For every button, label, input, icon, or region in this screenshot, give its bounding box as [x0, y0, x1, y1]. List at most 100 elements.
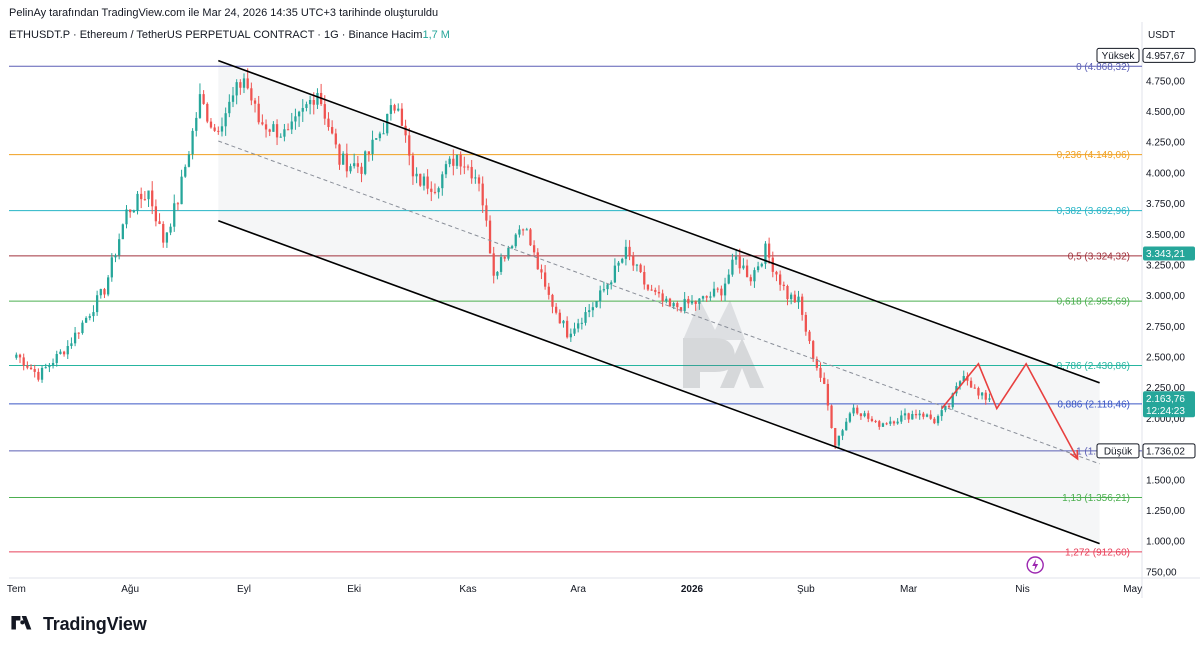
candle-body [353, 163, 356, 167]
candle-body [481, 183, 484, 206]
candle-body [331, 127, 334, 134]
candle-body [525, 229, 528, 231]
candle-body [654, 289, 657, 292]
x-tick-4: Kas [459, 584, 476, 595]
candle-body [202, 94, 205, 104]
candle-body [646, 284, 650, 290]
x-tick-6: 2026 [681, 584, 704, 595]
tradingview-logo-icon [11, 615, 32, 629]
candle-body [430, 188, 433, 192]
candle-body [672, 303, 675, 307]
candle-body [621, 258, 624, 263]
price-tag-1[interactable]: 3.343,21 [1143, 246, 1195, 261]
candle-body [929, 414, 932, 419]
candle-body [874, 421, 877, 423]
candle-body [716, 288, 719, 290]
candle-body [881, 423, 885, 427]
fib-label-4: 0,618 (2.955,69) [1057, 297, 1130, 308]
candle-body [371, 139, 374, 155]
candle-body [753, 270, 756, 282]
y-tick-4: 3.750,00 [1146, 199, 1185, 210]
candle-body [297, 111, 301, 117]
candle-body [555, 306, 558, 313]
candle-body [154, 206, 158, 222]
candle-body [709, 296, 712, 298]
candle-body [294, 116, 297, 122]
candle-body [793, 294, 796, 303]
candle-body [143, 199, 147, 201]
candle-body [845, 421, 848, 431]
candle-body [907, 413, 910, 420]
fib-label-8: 1,13 (1.356,21) [1062, 493, 1130, 504]
candle-body [771, 257, 774, 272]
price-tag-2[interactable]: 2.163,7612:24:23 [1143, 391, 1195, 418]
candle-body [712, 288, 716, 297]
candle-body [900, 415, 903, 422]
candle-body [338, 144, 341, 165]
candle-body [826, 383, 830, 406]
candle-body [466, 166, 470, 168]
candle-body [830, 405, 833, 429]
candle-body [606, 284, 609, 290]
candle-body [360, 166, 363, 174]
candle-body [382, 133, 385, 135]
candle-body [562, 320, 565, 324]
candle-body [896, 421, 899, 424]
price-tag-caption: Yüksek [1102, 51, 1136, 62]
candle-body [624, 246, 628, 259]
candle-body [977, 388, 980, 396]
candle-body [536, 252, 539, 270]
candle-body [595, 301, 598, 308]
candle-body [378, 133, 382, 139]
candle-body [734, 256, 738, 260]
candle-body [323, 104, 326, 119]
candle-body [22, 357, 25, 366]
candle-body [264, 124, 268, 130]
price-tag-3[interactable]: 1.736,02 Düşük [1096, 443, 1196, 459]
candle-body [834, 428, 837, 446]
candle-body [947, 405, 951, 408]
x-tick-3: Eki [347, 584, 361, 595]
candle-body [220, 126, 224, 132]
candle-body [477, 177, 481, 184]
candle-body [235, 82, 238, 96]
candle-body [364, 151, 367, 174]
candle-body [870, 418, 874, 422]
y-tick-7: 3.000,00 [1146, 291, 1185, 302]
x-tick-2: Eyl [237, 584, 251, 595]
candle-body [804, 314, 807, 332]
candle-body [566, 320, 569, 338]
candle-body [48, 365, 51, 368]
price-tag-0[interactable]: 4.957,67 Yüksek [1096, 47, 1196, 63]
candle-body [411, 155, 415, 177]
price-chart[interactable]: 0 (4.868,32) 0,236 (4.149,06) 0,382 (3.692… [0, 0, 1200, 649]
candle-body [283, 129, 286, 137]
candle-body [584, 312, 587, 323]
candle-body [731, 259, 734, 275]
candle-body [599, 290, 602, 302]
y-tick-6: 3.250,00 [1146, 260, 1185, 271]
candle-body [936, 416, 940, 424]
candle-body [268, 129, 271, 132]
brand-footer[interactable]: TradingView [9, 614, 147, 635]
candle-body [77, 332, 80, 334]
candle-body [81, 322, 84, 334]
candle-body [613, 265, 617, 283]
y-tick-0: 4.750,00 [1146, 76, 1185, 87]
candle-body [918, 413, 921, 416]
lightning-icon[interactable] [1026, 556, 1044, 574]
candle-body [198, 94, 202, 118]
candle-body [547, 286, 550, 295]
candle-body [892, 421, 896, 424]
candle-body [15, 354, 18, 358]
candle-body [650, 289, 653, 291]
candle-body [180, 176, 183, 205]
candle-body [327, 118, 330, 128]
candle-body [705, 296, 708, 298]
candle-body [749, 277, 752, 282]
candle-body [925, 414, 929, 417]
price-tag-caption: Düşük [1104, 446, 1133, 457]
candle-body [231, 95, 235, 102]
fib-label-3: 0,5 (3.324,32) [1068, 251, 1130, 262]
candle-body [51, 363, 55, 366]
